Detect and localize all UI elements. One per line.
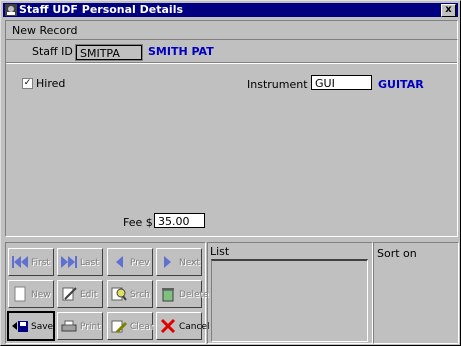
hired-label: Hired (36, 77, 66, 90)
details-panel: Staff ID » SMITPA SMITH PAT ✓ Hired Inst… (5, 39, 458, 237)
instrument-label: Instrument » (247, 78, 318, 91)
prev-button[interactable]: Prev (107, 248, 153, 276)
edit-label: Edit (80, 290, 98, 300)
first-label: First (31, 258, 50, 268)
cancel-button[interactable]: Cancel (156, 312, 210, 340)
sort-panel: Sort on (373, 242, 459, 344)
last-button[interactable]: Last (57, 248, 103, 276)
first-button[interactable]: First (8, 248, 54, 276)
record-status-header: New Record (5, 20, 458, 40)
list-box[interactable] (211, 259, 368, 342)
save-label: Save (31, 322, 54, 332)
list-label: List (210, 245, 230, 258)
delete-label: Delete (179, 290, 209, 300)
hired-checkbox[interactable]: ✓ (22, 78, 33, 89)
close-icon: x (445, 4, 452, 15)
next-label: Next (179, 258, 200, 268)
save-button[interactable]: Save (7, 311, 55, 341)
delete-button[interactable]: Delete (156, 280, 209, 308)
fee-input[interactable]: 35.00 (154, 213, 205, 228)
print-button[interactable]: Print (57, 312, 103, 340)
edit-icon (62, 287, 77, 301)
next-button[interactable]: Next (156, 248, 202, 276)
last-label: Last (80, 258, 99, 268)
search-button[interactable]: Srch (107, 280, 153, 308)
prev-label: Prev (130, 258, 150, 268)
toolbar-panel: First Last Prev Next New Edit Srch Delet… (5, 242, 210, 344)
printer-icon (61, 320, 77, 332)
title-bar: Staff UDF Personal Details x (3, 3, 458, 17)
instrument-input[interactable]: GUI (311, 75, 372, 90)
cancel-label: Cancel (179, 322, 210, 332)
close-button[interactable]: x (441, 4, 456, 17)
clear-button[interactable]: Clear (107, 312, 154, 340)
edit-button[interactable]: Edit (57, 280, 103, 308)
clear-icon (111, 320, 127, 334)
search-label: Srch (130, 290, 150, 300)
list-panel: List (207, 242, 373, 344)
record-status-label: New Record (12, 24, 78, 37)
new-button[interactable]: New (8, 280, 54, 308)
checkmark-icon: ✓ (23, 78, 32, 88)
next-icon (164, 256, 171, 268)
first-icon (12, 256, 28, 268)
trash-icon (162, 288, 174, 302)
print-label: Print (80, 322, 101, 332)
app-icon (5, 4, 17, 16)
fee-label: Fee $ (123, 216, 153, 229)
new-label: New (31, 290, 51, 300)
clear-label: Clear (130, 322, 154, 332)
search-icon (111, 287, 127, 301)
divider-highlight (6, 63, 457, 64)
staff-id-field[interactable]: SMITPA (75, 44, 143, 61)
cancel-x-icon (160, 318, 176, 334)
staff-name: SMITH PAT (148, 45, 214, 58)
staff-udf-window: Staff UDF Personal Details x New Record … (0, 0, 461, 346)
window-title: Staff UDF Personal Details (19, 3, 184, 16)
prev-icon (116, 256, 123, 268)
last-icon (61, 256, 77, 268)
instrument-name: GUITAR (378, 78, 424, 91)
save-icon (12, 321, 28, 332)
new-document-icon (14, 286, 26, 302)
sort-on-label: Sort on (377, 247, 417, 260)
